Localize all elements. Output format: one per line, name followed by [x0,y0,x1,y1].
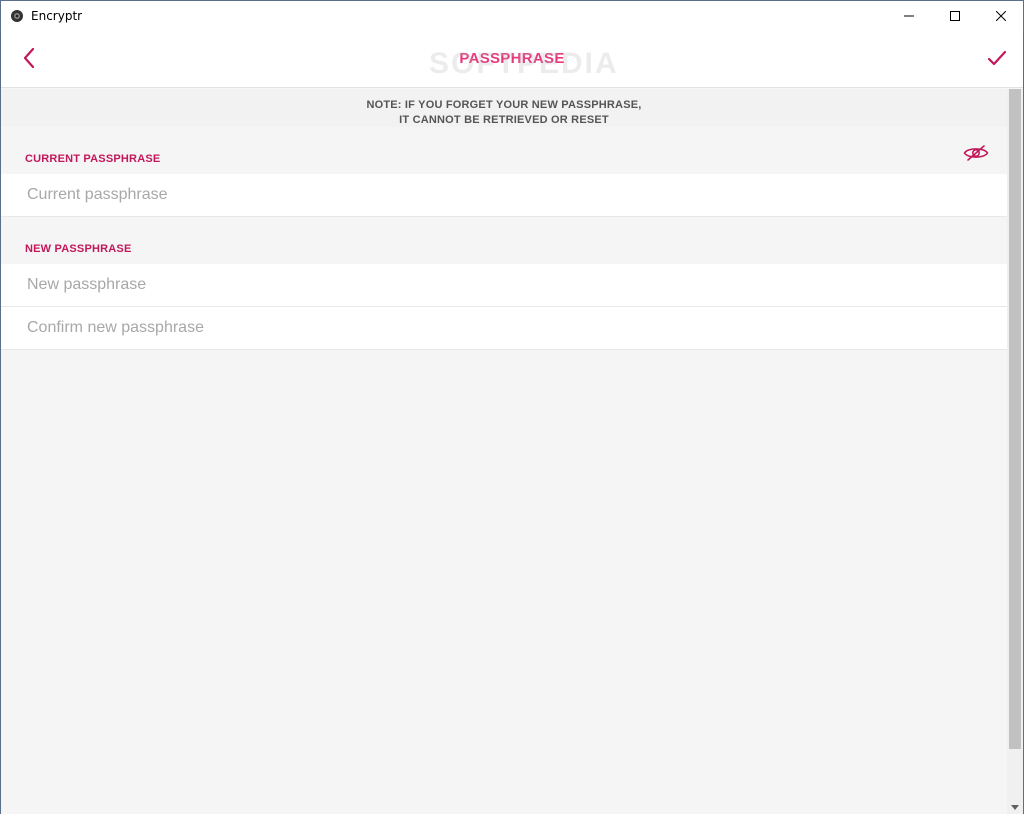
scroll-down-button[interactable] [1007,798,1023,814]
minimize-button[interactable] [886,1,932,32]
app-header: PASSPHRASE [1,32,1023,88]
show-passphrase-toggle[interactable] [961,143,991,167]
new-passphrase-field-row [1,264,1007,307]
new-passphrase-label: NEW PASSPHRASE [25,243,132,255]
page-title: PASSPHRASE [459,50,565,67]
close-button[interactable] [978,1,1024,32]
window-titlebar: Encryptr [1,1,1023,32]
encryptr-logo-icon [10,9,24,23]
confirm-passphrase-input[interactable] [1,307,1007,349]
window-title: Encryptr [31,9,83,23]
new-passphrase-input[interactable] [1,264,1007,306]
maximize-button[interactable] [932,1,978,32]
note-line-2: IT CANNOT BE RETRIEVED OR RESET [399,114,609,126]
main-content: NOTE: IF YOU FORGET YOUR NEW PASSPHRASE,… [1,89,1007,814]
current-passphrase-input[interactable] [1,174,1007,216]
checkmark-icon [987,50,1007,71]
maximize-icon [950,8,960,26]
confirm-button[interactable] [983,46,1011,74]
eye-slash-icon [963,144,989,167]
confirm-passphrase-field-row [1,307,1007,350]
note-line-1: NOTE: IF YOU FORGET YOUR NEW PASSPHRASE, [366,99,642,111]
current-passphrase-label: CURRENT PASSPHRASE [25,153,161,165]
scrollbar-thumb[interactable] [1009,89,1021,749]
vertical-scrollbar[interactable] [1007,89,1023,814]
scroll-down-arrow-icon [1011,797,1019,814]
minimize-icon [904,8,914,26]
warning-note: NOTE: IF YOU FORGET YOUR NEW PASSPHRASE,… [1,98,1007,128]
close-icon [995,8,1007,26]
current-passphrase-field-row [1,174,1007,217]
